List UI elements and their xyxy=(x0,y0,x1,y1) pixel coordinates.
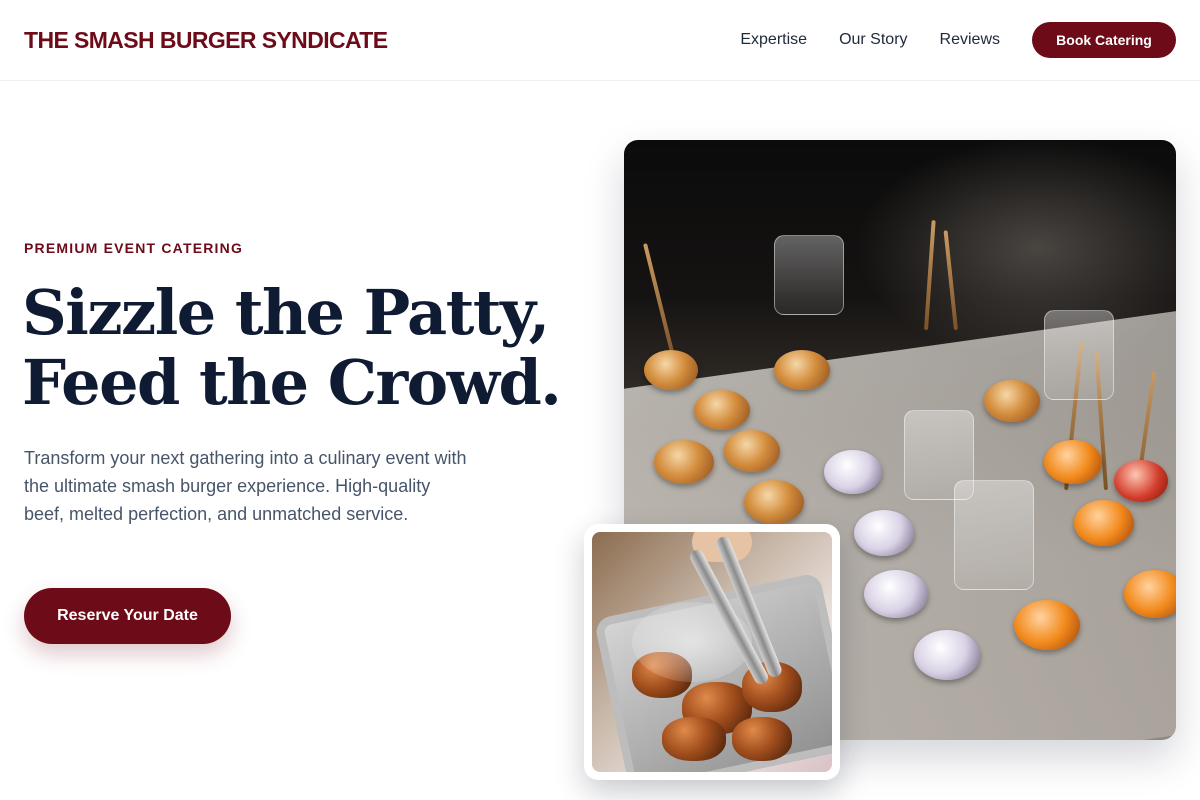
hero-headline: Sizzle the Patty, Feed the Crowd. xyxy=(22,278,602,418)
nav-link-reviews[interactable]: Reviews xyxy=(940,31,1000,49)
photo-tartlet xyxy=(694,390,750,430)
photo-tartlet xyxy=(854,510,914,556)
photo-meat xyxy=(662,717,726,761)
photo-skewer xyxy=(643,243,676,361)
main-nav: Expertise Our Story Reviews Book Caterin… xyxy=(740,22,1176,58)
photo-tartlet xyxy=(824,450,882,494)
site-header: THE SMASH BURGER SYNDICATE Expertise Our… xyxy=(0,0,1200,81)
photo-tartlet xyxy=(654,440,714,484)
hero-eyebrow: PREMIUM EVENT CATERING xyxy=(24,240,244,256)
photo-tartlet xyxy=(864,570,928,618)
grilled-meat-photo xyxy=(592,532,832,772)
photo-tartlet xyxy=(724,430,780,472)
photo-tartlet xyxy=(984,380,1040,422)
photo-tartlet xyxy=(1074,500,1134,546)
photo-glass xyxy=(1044,310,1114,400)
inset-photo-card xyxy=(584,524,840,780)
reserve-date-button[interactable]: Reserve Your Date xyxy=(24,588,231,644)
nav-link-expertise[interactable]: Expertise xyxy=(740,31,807,49)
photo-tartlet xyxy=(774,350,830,390)
photo-glass xyxy=(954,480,1034,590)
photo-tartlet xyxy=(1014,600,1080,650)
photo-tartlet xyxy=(644,350,698,390)
brand-logo[interactable]: THE SMASH BURGER SYNDICATE xyxy=(24,27,388,54)
hero-headline-line-2: Feed the Crowd. xyxy=(22,346,562,419)
photo-tartlet xyxy=(744,480,804,524)
photo-tartlet xyxy=(1044,440,1102,484)
photo-skewer xyxy=(924,220,936,331)
photo-tartlet xyxy=(1114,460,1168,502)
hero-description: Transform your next gathering into a cul… xyxy=(24,448,467,524)
book-catering-button[interactable]: Book Catering xyxy=(1032,22,1176,58)
photo-meat xyxy=(732,717,792,761)
photo-skewer xyxy=(943,230,958,331)
photo-glass xyxy=(774,235,844,315)
photo-tartlet xyxy=(914,630,980,680)
hero-headline-line-1: Sizzle the Patty, xyxy=(22,276,550,349)
nav-link-our-story[interactable]: Our Story xyxy=(839,31,907,49)
